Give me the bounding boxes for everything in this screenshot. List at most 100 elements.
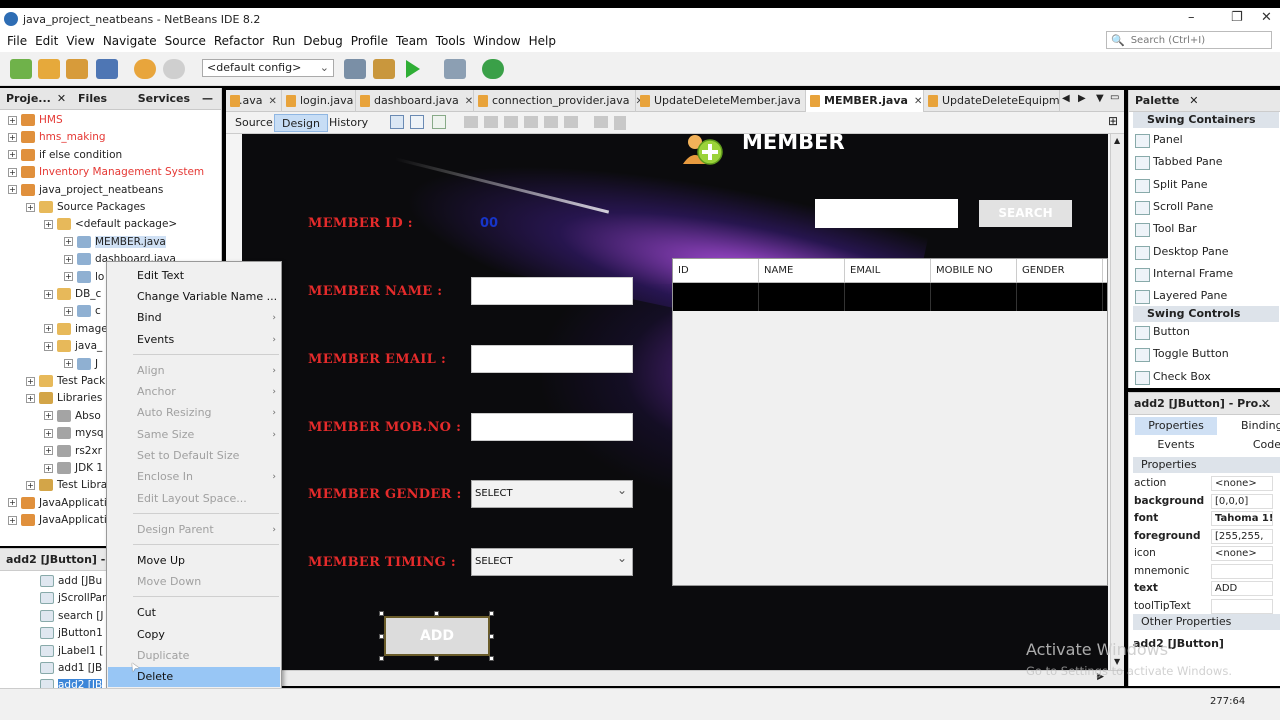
context-menu-item[interactable]: Same Size › bbox=[108, 425, 280, 445]
expand-toggle-icon[interactable]: + bbox=[64, 272, 73, 282]
tab-events[interactable]: Events bbox=[1135, 436, 1217, 454]
expand-toggle-icon[interactable]: + bbox=[26, 376, 35, 386]
member-mob-input[interactable] bbox=[471, 413, 633, 441]
context-menu-item[interactable]: Copy bbox=[108, 625, 280, 645]
navigator-item[interactable]: jScrollPar bbox=[40, 590, 106, 607]
editor-tab-ava[interactable]: ...ava ✕ bbox=[226, 90, 282, 112]
palette-item[interactable]: Internal Frame bbox=[1133, 264, 1233, 284]
resize-handle[interactable] bbox=[379, 611, 384, 616]
scroll-up-icon[interactable]: ▲ bbox=[1114, 136, 1120, 145]
open-project-icon[interactable] bbox=[66, 59, 88, 79]
expand-toggle-icon[interactable]: + bbox=[8, 115, 17, 125]
tab-design[interactable]: Design bbox=[274, 114, 328, 132]
property-value[interactable]: ADD bbox=[1211, 581, 1273, 596]
tab-code[interactable]: Code bbox=[1241, 436, 1280, 454]
redo-icon[interactable] bbox=[163, 59, 185, 79]
debug-icon[interactable] bbox=[444, 59, 466, 79]
other-properties-section[interactable]: Other Properties bbox=[1133, 614, 1280, 630]
tree-node[interactable]: + JavaApplicati bbox=[8, 512, 107, 529]
editor-tab-update-delete-equipment[interactable]: UpdateDeleteEquipme... bbox=[924, 90, 1060, 112]
tree-node[interactable]: + J bbox=[64, 356, 98, 373]
resize-handle[interactable] bbox=[489, 656, 494, 661]
editor-tab-member[interactable]: MEMBER.java ✕ bbox=[806, 90, 924, 112]
editor-tab-connection-provider[interactable]: connection_provider.java ✕ bbox=[474, 90, 644, 112]
expand-toggle-icon[interactable]: + bbox=[44, 341, 53, 351]
member-timing-select[interactable]: SELECT bbox=[471, 545, 633, 576]
member-gender-select[interactable]: SELECT bbox=[471, 477, 633, 508]
property-value[interactable]: [255,255, bbox=[1211, 528, 1273, 544]
context-menu-item[interactable]: Bind › bbox=[108, 308, 280, 328]
expand-toggle-icon[interactable]: + bbox=[8, 498, 17, 508]
resize-handle[interactable] bbox=[434, 656, 439, 661]
menu-window[interactable]: Window bbox=[469, 34, 524, 48]
palette-item[interactable]: Tabbed Pane bbox=[1133, 152, 1222, 172]
context-menu-item[interactable]: Edit Text bbox=[108, 266, 280, 286]
column-header-email[interactable]: EMAIL bbox=[845, 259, 931, 282]
preview-design-icon[interactable] bbox=[432, 115, 446, 129]
menu-team[interactable]: Team bbox=[392, 34, 432, 48]
context-menu-item[interactable]: Move Up bbox=[108, 551, 280, 571]
palette-item[interactable]: Panel bbox=[1133, 130, 1183, 150]
tree-node[interactable]: + Test Libra bbox=[26, 477, 107, 494]
expand-toggle-icon[interactable]: + bbox=[26, 202, 35, 212]
close-button[interactable]: ✕ bbox=[1261, 10, 1272, 25]
palette-category-containers[interactable]: Swing Containers bbox=[1133, 112, 1279, 128]
tree-node[interactable]: + HMS bbox=[8, 112, 63, 129]
resize-horizontal-icon[interactable] bbox=[594, 116, 608, 128]
tree-node[interactable]: + hms_making bbox=[8, 129, 106, 146]
minimize-button[interactable]: – bbox=[1188, 10, 1195, 25]
member-name-input[interactable] bbox=[471, 277, 633, 305]
search-button[interactable]: SEARCH bbox=[979, 200, 1072, 227]
property-value[interactable]: Tahoma 1! bbox=[1211, 511, 1273, 526]
tree-node[interactable]: + JavaApplicati bbox=[8, 495, 107, 512]
tree-node[interactable]: + MEMBER.java bbox=[64, 234, 166, 251]
property-row[interactable]: font Tahoma 1! bbox=[1133, 510, 1280, 527]
context-menu-item[interactable]: Cut bbox=[108, 603, 280, 623]
member-email-input[interactable] bbox=[471, 345, 633, 373]
expand-toggle-icon[interactable]: + bbox=[64, 254, 73, 264]
build-hammer-icon[interactable] bbox=[344, 59, 366, 79]
context-menu-item[interactable]: Align › bbox=[108, 361, 280, 381]
expand-toggle-icon[interactable]: + bbox=[8, 515, 17, 525]
tree-node[interactable]: + Abso bbox=[44, 408, 101, 425]
close-icon[interactable]: ✕ bbox=[465, 96, 473, 107]
context-menu-item[interactable]: Move Down bbox=[108, 572, 280, 592]
column-header-id[interactable]: ID bbox=[673, 259, 759, 282]
property-value[interactable] bbox=[1211, 563, 1273, 579]
column-header-mobile[interactable]: MOBILE NO bbox=[931, 259, 1017, 282]
tab-projects[interactable]: Proje... bbox=[0, 92, 57, 105]
expand-toggle-icon[interactable]: + bbox=[8, 150, 17, 160]
expand-toggle-icon[interactable]: + bbox=[8, 185, 17, 195]
tab-list-icon[interactable]: ▼ bbox=[1096, 93, 1104, 104]
context-menu-item[interactable]: Edit Layout Space... bbox=[108, 489, 280, 509]
property-value[interactable] bbox=[1211, 598, 1273, 614]
undo-icon[interactable] bbox=[134, 59, 156, 79]
expand-toggle-icon[interactable]: + bbox=[26, 480, 35, 490]
context-menu-item[interactable]: Set to Default Size bbox=[108, 446, 280, 466]
maximize-editor-icon[interactable]: ▭ bbox=[1110, 92, 1119, 103]
expand-toggle-icon[interactable]: + bbox=[44, 411, 53, 421]
tree-node[interactable]: + mysq bbox=[44, 425, 104, 442]
expand-toggle-icon[interactable]: + bbox=[44, 446, 53, 456]
context-menu-item[interactable]: Design Parent › bbox=[108, 520, 280, 540]
canvas-horizontal-scrollbar[interactable]: ▶ bbox=[226, 670, 1124, 686]
palette-item[interactable]: Button bbox=[1133, 322, 1190, 342]
property-row[interactable]: text ADD bbox=[1133, 580, 1280, 597]
close-icon[interactable]: ✕ bbox=[1261, 393, 1270, 415]
tab-properties[interactable]: Properties bbox=[1135, 417, 1217, 435]
editor-tab-login[interactable]: login.java ✕ bbox=[282, 90, 368, 112]
close-icon[interactable]: ✕ bbox=[914, 96, 922, 107]
tree-node[interactable]: + lo bbox=[64, 269, 104, 286]
tree-node[interactable]: + if else condition bbox=[8, 147, 122, 164]
palette-item[interactable]: Layered Pane bbox=[1133, 286, 1227, 306]
tree-node[interactable]: + <default package> bbox=[44, 216, 177, 233]
expand-toggle-icon[interactable]: + bbox=[44, 289, 53, 299]
menu-view[interactable]: View bbox=[62, 34, 98, 48]
tree-node[interactable]: + java_ bbox=[44, 338, 102, 355]
members-table[interactable]: ID NAME EMAIL MOBILE NO GENDER bbox=[672, 258, 1108, 586]
property-value[interactable]: [0,0,0] bbox=[1211, 493, 1273, 509]
tree-node[interactable]: + DB_c bbox=[44, 286, 101, 303]
property-row[interactable]: background [0,0,0] bbox=[1133, 493, 1280, 510]
menu-tools[interactable]: Tools bbox=[432, 34, 470, 48]
resize-handle[interactable] bbox=[379, 656, 384, 661]
